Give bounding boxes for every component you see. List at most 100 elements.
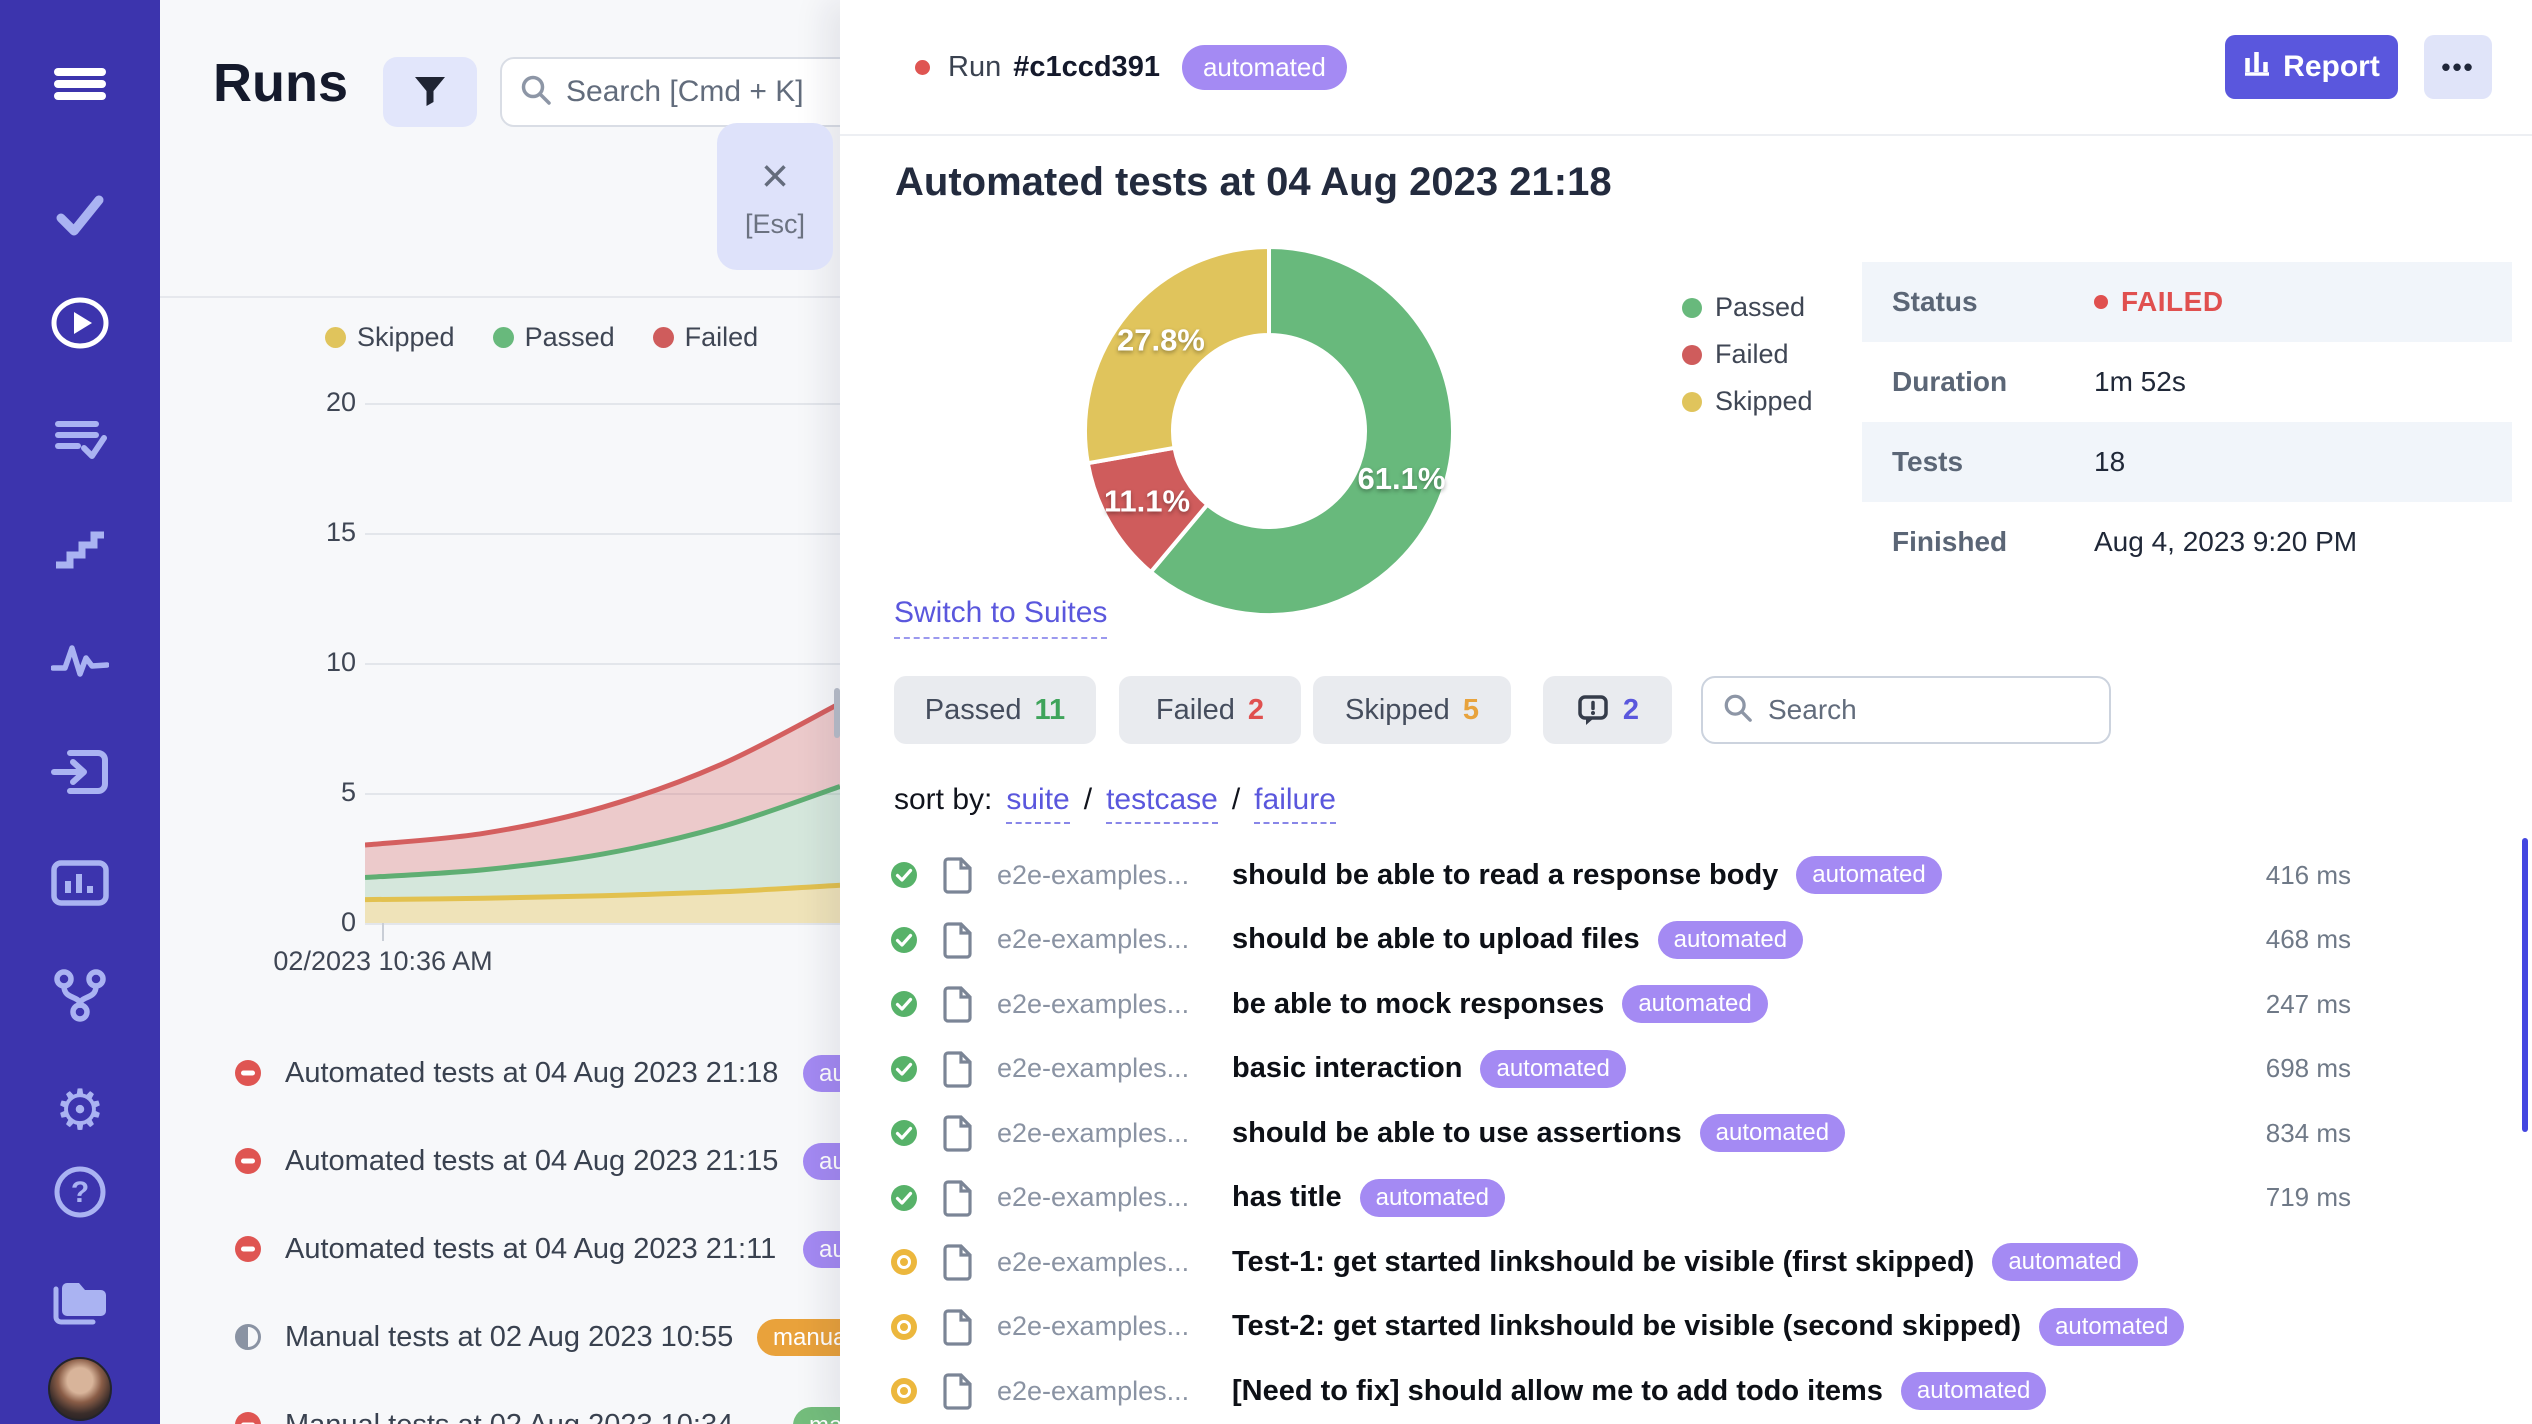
test-name[interactable]: be able to mock responses <box>1232 988 1604 1021</box>
test-skipped-icon <box>890 1248 918 1276</box>
test-suite: e2e-examples... <box>997 908 1189 972</box>
svg-text:?: ? <box>71 1176 89 1209</box>
run-row-title: Automated tests at 04 Aug 2023 21:15 <box>285 1129 778 1193</box>
runs-search <box>500 57 840 127</box>
test-badge: automated <box>1360 1179 1505 1217</box>
file-icon <box>943 1244 973 1286</box>
test-row[interactable]: e2e-examples... should be able to read a… <box>840 843 2532 907</box>
test-row[interactable]: e2e-examples... Test-1: get started link… <box>840 1230 2532 1294</box>
y-tick-label: 0 <box>260 907 356 938</box>
list-check-icon[interactable] <box>0 408 160 468</box>
run-label: Run <box>948 51 1001 84</box>
detail-scrollbar-thumb[interactable] <box>2522 838 2528 1132</box>
folder-icon[interactable] <box>0 1271 160 1331</box>
check-icon[interactable] <box>0 185 160 245</box>
results-donut-chart: 61.1%11.1%27.8% <box>1059 221 1479 641</box>
filter-chip-failed[interactable]: Failed 2 <box>1119 676 1301 744</box>
play-circle-icon[interactable] <box>0 293 160 353</box>
steps-icon[interactable] <box>0 517 160 577</box>
status-row-label: Status <box>1862 286 2094 318</box>
test-row[interactable]: e2e-examples... should be able to upload… <box>840 908 2532 972</box>
sort-link[interactable]: suite <box>1006 783 1069 824</box>
donut-legend-item: Skipped <box>1682 378 1813 425</box>
tests-search-input[interactable] <box>1768 694 2109 726</box>
run-failed-icon <box>234 1059 262 1087</box>
test-name[interactable]: Test-1: get started linkshould be visibl… <box>1232 1246 1974 1279</box>
test-row[interactable]: e2e-examples... be able to mock response… <box>840 972 2532 1036</box>
test-name[interactable]: [Need to fix] should allow me to add tod… <box>1232 1375 1883 1408</box>
test-row[interactable]: e2e-examples... Test-2: get started link… <box>840 1295 2532 1359</box>
git-branch-icon[interactable] <box>0 965 160 1025</box>
test-passed-icon <box>890 861 918 889</box>
donut-slice-label: 11.1% <box>1104 484 1190 519</box>
run-id: #c1ccd391 <box>1013 51 1160 84</box>
test-name[interactable]: basic interaction <box>1232 1052 1462 1085</box>
close-detail-button[interactable]: × [Esc] <box>717 123 833 270</box>
sort-separator: / <box>1232 783 1240 817</box>
run-row-title: Manual tests at 02 Aug 2023 10:55 <box>285 1305 733 1369</box>
run-row-badge: automated <box>803 1143 840 1180</box>
help-icon[interactable]: ? <box>0 1162 160 1222</box>
test-list: e2e-examples... should be able to read a… <box>840 843 2532 1424</box>
file-icon <box>943 1309 973 1351</box>
test-passed-icon <box>890 1055 918 1083</box>
status-table-row: Duration 1m 52s <box>1862 342 2512 422</box>
test-name[interactable]: Test-2: get started linkshould be visibl… <box>1232 1310 2021 1343</box>
test-name[interactable]: has title <box>1232 1181 1342 1214</box>
run-row-title: Manual tests at 02 Aug 2023 10:34 <box>285 1393 733 1424</box>
file-icon <box>943 1051 973 1093</box>
run-failed-icon <box>234 1411 262 1424</box>
test-name[interactable]: should be able to upload files <box>1232 923 1640 956</box>
run-row[interactable]: Automated tests at 04 Aug 2023 21:11 aut… <box>160 1217 840 1281</box>
test-passed-icon <box>890 926 918 954</box>
report-button[interactable]: Report <box>2225 35 2398 99</box>
sort-link[interactable]: failure <box>1254 783 1336 824</box>
sort-prefix: sort by: <box>894 783 992 817</box>
run-row-badge: automated <box>803 1055 840 1092</box>
run-row[interactable]: Manual tests at 02 Aug 2023 10:55 manual <box>160 1305 840 1369</box>
test-name[interactable]: should be able to read a response body <box>1232 859 1778 892</box>
comments-filter-chip[interactable]: 2 <box>1543 676 1672 744</box>
switch-to-suites-link[interactable]: Switch to Suites <box>894 596 1107 639</box>
test-suite: e2e-examples... <box>997 1101 1189 1165</box>
test-row[interactable]: e2e-examples... [Need to fix] should all… <box>840 1359 2532 1423</box>
donut-slice-label: 27.8% <box>1117 322 1205 357</box>
sign-in-icon[interactable] <box>0 742 160 802</box>
settings-gear-icon[interactable]: ⚙ <box>0 1080 160 1140</box>
test-suite: e2e-examples... <box>997 1230 1189 1294</box>
filter-button[interactable] <box>383 57 477 127</box>
bar-chart-panel-icon[interactable] <box>0 853 160 913</box>
activity-pulse-icon[interactable] <box>0 631 160 691</box>
x-tick <box>382 923 384 941</box>
test-skipped-icon <box>890 1377 918 1405</box>
runs-search-input[interactable] <box>566 75 840 109</box>
test-name[interactable]: should be able to use assertions <box>1232 1117 1682 1150</box>
test-row[interactable]: e2e-examples... should be able to use as… <box>840 1101 2532 1165</box>
file-icon <box>943 1180 973 1222</box>
filter-chip-passed[interactable]: Passed 11 <box>894 676 1096 744</box>
report-chart-icon <box>2243 50 2271 84</box>
run-row[interactable]: Automated tests at 04 Aug 2023 21:18 aut… <box>160 1041 840 1105</box>
legend-dot <box>325 327 346 348</box>
run-row[interactable]: Automated tests at 04 Aug 2023 21:15 aut… <box>160 1129 840 1193</box>
sort-link[interactable]: testcase <box>1106 783 1218 824</box>
close-icon: × <box>761 153 789 201</box>
filter-chip-skipped[interactable]: Skipped 5 <box>1313 676 1511 744</box>
test-row[interactable]: e2e-examples... basic interaction automa… <box>840 1037 2532 1101</box>
run-row-title: Automated tests at 04 Aug 2023 21:11 <box>285 1217 776 1281</box>
y-tick-label: 20 <box>260 387 356 418</box>
hamburger-menu-icon[interactable] <box>0 54 160 114</box>
search-icon <box>1723 693 1753 728</box>
test-suite: e2e-examples... <box>997 1166 1189 1230</box>
run-row[interactable]: Manual tests at 02 Aug 2023 10:34 manual <box>160 1393 840 1424</box>
test-badge: automated <box>1700 1114 1845 1152</box>
status-table-row: Status FAILED <box>1862 262 2512 342</box>
file-icon <box>943 922 973 964</box>
run-row-badge: manual <box>757 1319 840 1356</box>
run-type-badge: automated <box>1182 45 1347 90</box>
user-avatar[interactable] <box>48 1357 112 1421</box>
more-options-button[interactable]: ••• <box>2424 35 2492 99</box>
status-table-row: Tests 18 <box>1862 422 2512 502</box>
test-suite: e2e-examples... <box>997 1359 1189 1423</box>
test-row[interactable]: e2e-examples... has title automated 719 … <box>840 1166 2532 1230</box>
